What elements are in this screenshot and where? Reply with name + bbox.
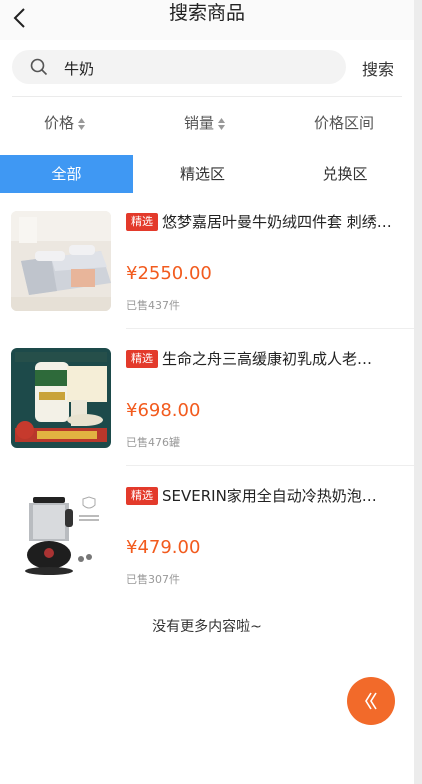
sort-sales-label: 销量	[184, 114, 215, 132]
product-name: 悠梦嘉居叶曼牛奶绒四件套 刺绣…	[162, 213, 392, 231]
scrollbar[interactable]	[414, 0, 422, 784]
back-icon[interactable]	[10, 6, 32, 32]
sort-price-label: 价格	[44, 114, 75, 132]
category-tabs: 全部 精选区 兑换区	[0, 155, 414, 193]
product-name: 生命之舟三高缓康初乳成人老…	[162, 350, 373, 368]
product-item[interactable]: 精选 悠梦嘉居叶曼牛奶绒四件套 刺绣… ¥2550.00 已售437件	[0, 205, 414, 325]
sort-price[interactable]: 价格	[44, 112, 86, 133]
tab-exchange[interactable]: 兑换区	[276, 155, 414, 193]
page-title: 搜索商品	[168, 2, 245, 24]
product-price: ¥2550.00	[126, 263, 212, 284]
sort-price-range[interactable]: 价格区间	[314, 112, 374, 133]
sort-sales[interactable]: 销量	[184, 112, 226, 133]
product-item[interactable]: 精选 SEVERIN家用全自动冷热奶泡… ¥479.00 已售307件	[0, 479, 414, 599]
item-divider	[126, 328, 414, 329]
product-price: ¥479.00	[126, 537, 201, 558]
search-button[interactable]: 搜索	[362, 56, 394, 80]
search-input[interactable]	[62, 52, 336, 84]
sort-bar: 价格 销量 价格区间	[0, 104, 414, 144]
double-chevron-left-icon	[365, 692, 377, 710]
product-price: ¥698.00	[126, 400, 201, 421]
product-sold: 已售437件	[126, 299, 180, 312]
search-box[interactable]	[12, 50, 346, 84]
back-to-top-button[interactable]	[347, 677, 395, 725]
header-bar: 搜索商品	[0, 0, 414, 40]
product-image	[11, 348, 111, 448]
sort-arrows-icon	[78, 117, 86, 130]
tab-all[interactable]: 全部	[0, 155, 133, 193]
product-image	[11, 485, 111, 585]
sort-arrows-icon	[218, 117, 226, 130]
featured-badge: 精选	[126, 350, 158, 368]
tab-featured[interactable]: 精选区	[136, 155, 269, 193]
product-sold: 已售307件	[126, 573, 180, 586]
product-item[interactable]: 精选 生命之舟三高缓康初乳成人老… ¥698.00 已售476罐	[0, 342, 414, 462]
search-row: 搜索	[0, 40, 414, 96]
no-more-text: 没有更多内容啦~	[152, 619, 262, 635]
product-name: SEVERIN家用全自动冷热奶泡…	[162, 487, 377, 505]
search-divider	[12, 96, 402, 97]
featured-badge: 精选	[126, 487, 158, 505]
search-icon	[30, 58, 48, 76]
featured-badge: 精选	[126, 213, 158, 231]
item-divider	[126, 465, 414, 466]
product-image	[11, 211, 111, 311]
product-sold: 已售476罐	[126, 436, 180, 449]
